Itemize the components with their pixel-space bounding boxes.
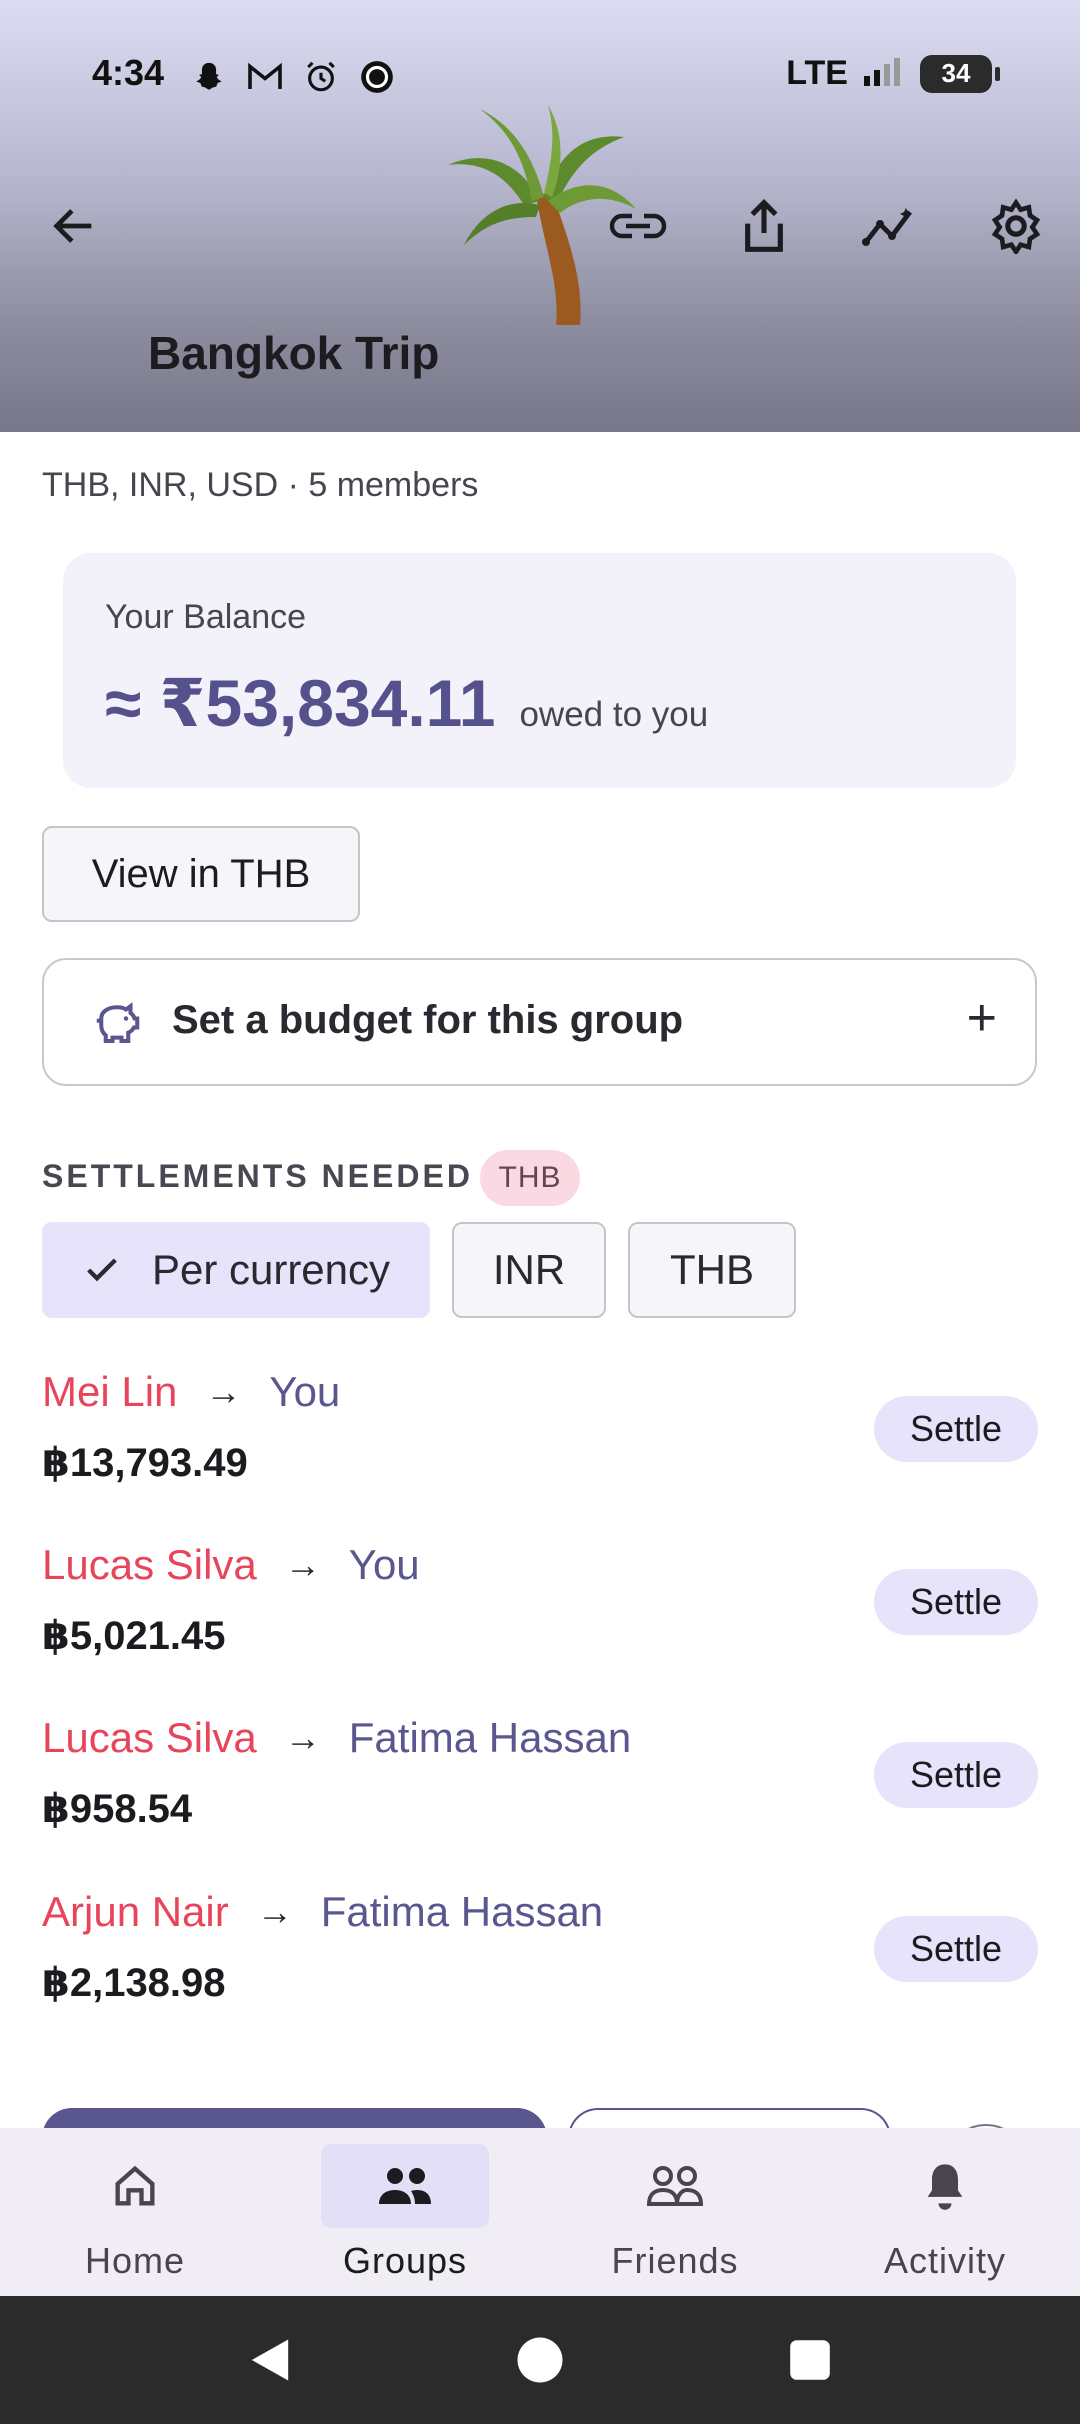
arrow-icon: → — [284, 1717, 321, 1758]
budget-label: Set a budget for this group — [172, 998, 684, 1042]
friends-icon — [646, 2166, 704, 2206]
invite-link-button[interactable] — [602, 190, 674, 262]
balance-label: Your Balance — [105, 598, 307, 636]
nav-label: Activity — [883, 2240, 1006, 2281]
nav-label: Home — [84, 2240, 186, 2281]
settlement-row: Lucas Silva → Fatima Hassan ฿958.54 Sett… — [42, 1714, 1038, 1864]
arrow-icon: → — [205, 1371, 242, 1412]
balance-status: owed to you — [519, 695, 709, 734]
nav-item-home[interactable]: Home — [0, 2128, 270, 2296]
gmail-icon — [246, 58, 284, 96]
system-recents-button[interactable] — [780, 2330, 840, 2390]
nav-label: Groups — [342, 2240, 468, 2281]
insights-button[interactable] — [854, 190, 926, 262]
payer-name: Mei Lin — [42, 1368, 178, 1415]
network-type: LTE — [786, 54, 848, 92]
settlement-row: Lucas Silva → You ฿5,021.45 Settle — [42, 1541, 1038, 1691]
plus-icon: + — [966, 989, 997, 1047]
filter-chip-per-currency[interactable]: Per currency — [42, 1222, 430, 1318]
payer-name: Lucas Silva — [42, 1714, 257, 1761]
bottom-navigation: Home Groups Friends Activity — [0, 2128, 1080, 2296]
view-in-currency-button[interactable]: View in THB — [42, 826, 360, 922]
set-budget-button[interactable]: Set a budget for this group + — [42, 958, 1037, 1086]
balance-card: Your Balance ≈ ₹53,834.11 owed to you — [63, 553, 1016, 788]
nav-item-friends[interactable]: Friends — [540, 2128, 810, 2296]
back-button[interactable] — [38, 190, 110, 262]
group-title: Bangkok Trip — [148, 327, 440, 379]
settlement-row: Arjun Nair → Fatima Hassan ฿2,138.98 Set… — [42, 1888, 1038, 2038]
settlement-amount: ฿958.54 — [42, 1787, 193, 1831]
nav-label: Friends — [611, 2240, 739, 2281]
system-navigation-bar — [0, 2296, 1080, 2424]
alarm-icon — [302, 58, 340, 96]
settlement-amount: ฿5,021.45 — [42, 1614, 226, 1658]
filter-chip-inr[interactable]: INR — [452, 1222, 606, 1318]
payee-name: Fatima Hassan — [348, 1714, 632, 1761]
payee-name: You — [269, 1368, 341, 1415]
filter-chip-label: THB — [670, 1246, 754, 1293]
gear-icon — [991, 198, 1041, 254]
settings-button[interactable] — [980, 190, 1052, 262]
system-back-button[interactable] — [240, 2330, 300, 2390]
balance-amount: ≈ ₹53,834.11 — [105, 666, 496, 740]
check-icon — [87, 1258, 117, 1282]
settle-button[interactable]: Settle — [874, 1396, 1038, 1462]
settle-button[interactable]: Settle — [874, 1916, 1038, 1982]
back-arrow-icon — [53, 209, 92, 243]
nav-item-groups[interactable]: Groups — [270, 2128, 540, 2296]
triangle-back-icon — [251, 2339, 289, 2381]
nav-item-activity[interactable]: Activity — [810, 2128, 1080, 2296]
group-currencies-members: THB, INR, USD · 5 members — [42, 466, 479, 504]
signal-icon — [862, 54, 906, 93]
payee-name: Fatima Hassan — [320, 1888, 604, 1935]
group-header: 4:34 LTE 34 Bangkok Trip — [0, 0, 1080, 432]
filter-chip-label: Per currency — [151, 1246, 391, 1293]
share-icon — [745, 199, 783, 252]
insights-icon — [862, 208, 912, 246]
share-button[interactable] — [728, 190, 800, 262]
currency-badge: THB — [480, 1150, 580, 1206]
home-icon — [115, 2165, 155, 2206]
filter-chip-thb[interactable]: THB — [628, 1222, 796, 1318]
settlement-row: Mei Lin → You ฿13,793.49 Settle — [42, 1368, 1038, 1518]
battery-indicator: 34 — [920, 54, 1000, 93]
settlement-amount: ฿2,138.98 — [42, 1961, 226, 2005]
filter-chip-label: INR — [492, 1246, 566, 1293]
piggy-bank-icon — [96, 1002, 140, 1044]
settlement-amount: ฿13,793.49 — [42, 1441, 248, 1485]
settlements-heading: SETTLEMENTS NEEDED — [42, 1158, 473, 1194]
payee-name: You — [348, 1541, 420, 1588]
snapchat-icon — [190, 58, 228, 96]
settle-button[interactable]: Settle — [874, 1569, 1038, 1635]
system-home-button[interactable] — [510, 2330, 570, 2390]
arrow-icon: → — [284, 1544, 321, 1585]
link-icon — [609, 213, 667, 239]
groups-icon — [379, 2168, 431, 2204]
status-time: 4:34 — [92, 52, 165, 93]
status-bar: 4:34 LTE 34 — [0, 40, 1080, 112]
bell-icon — [927, 2164, 963, 2210]
payer-name: Lucas Silva — [42, 1541, 257, 1588]
settle-button[interactable]: Settle — [874, 1742, 1038, 1808]
arrow-icon: → — [256, 1891, 293, 1932]
record-icon — [358, 58, 396, 96]
payer-name: Arjun Nair — [42, 1888, 229, 1935]
circle-home-icon — [517, 2337, 563, 2383]
square-recents-icon — [790, 2340, 830, 2380]
